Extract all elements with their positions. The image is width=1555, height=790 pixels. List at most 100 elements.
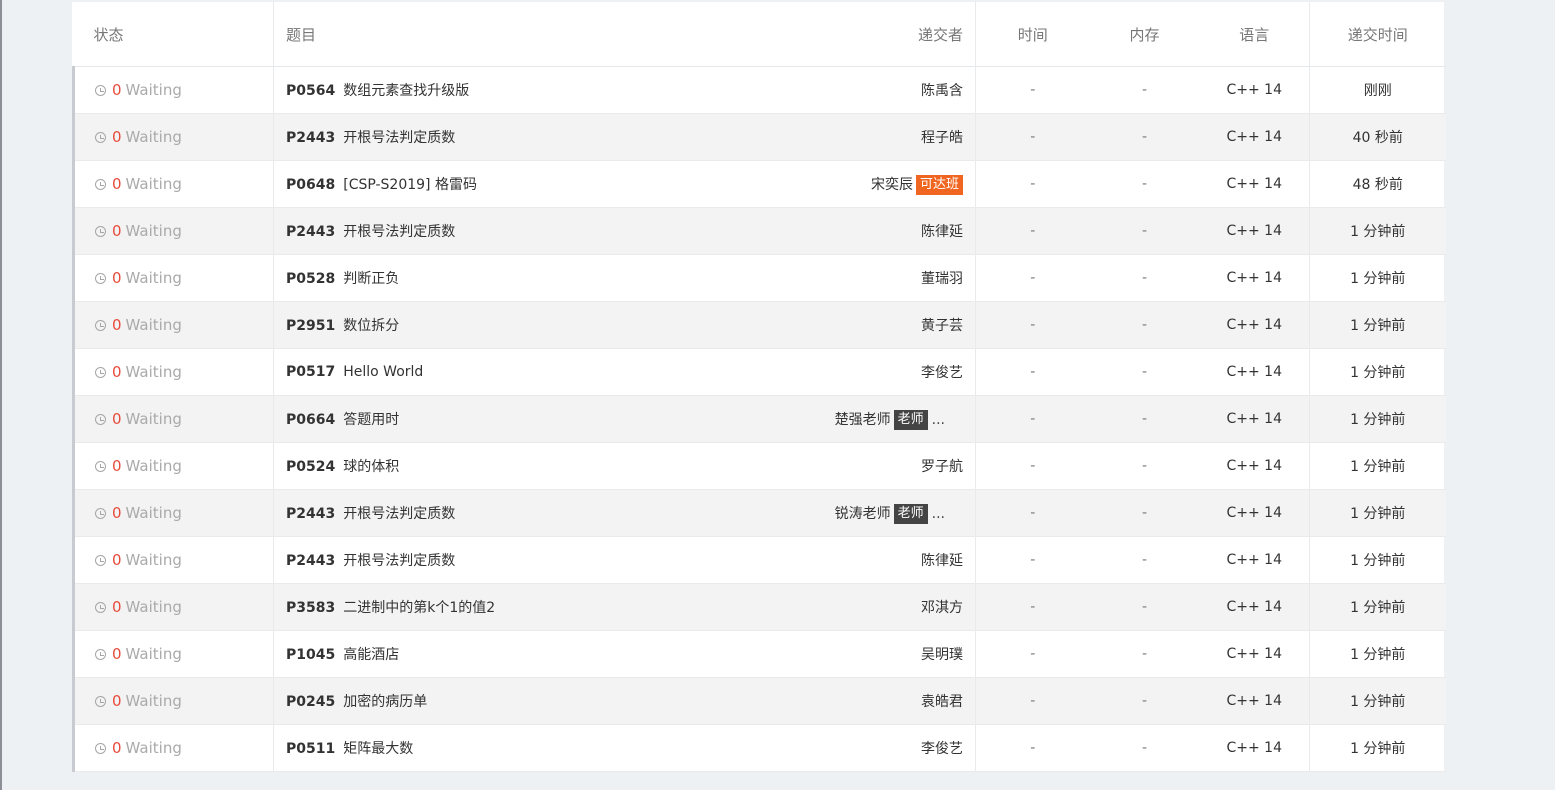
problem-title[interactable]: 判断正负: [343, 271, 399, 287]
submitter-name[interactable]: 宋奕辰: [871, 177, 913, 193]
status-cell[interactable]: 0 Waiting: [72, 66, 274, 114]
submitter-name[interactable]: 黄子芸: [921, 318, 963, 334]
time-cell: -: [975, 630, 1090, 678]
score-value: 0: [112, 551, 122, 569]
problem-title[interactable]: Hello World: [343, 364, 423, 380]
problem-id[interactable]: P3583: [286, 600, 335, 616]
score-value: 0: [112, 692, 122, 710]
memory-cell: -: [1089, 724, 1200, 772]
table-row: 0 Waiting P0564 数组元素查找升级版 陈禹含 - - C++ 14 刚…: [72, 66, 1446, 114]
submitter-name[interactable]: 陈禹含: [921, 83, 963, 99]
problem-cell[interactable]: P2443 开根号法判定质数: [273, 536, 576, 584]
problem-cell[interactable]: P0511 矩阵最大数: [273, 724, 576, 772]
status-text: Waiting: [125, 363, 182, 381]
user-badge: 老师: [893, 409, 928, 430]
submitter-cell: 程子皓: [575, 113, 976, 161]
table-row: 0 Waiting P2443 开根号法判定质数 陈律延 - - C++ 14 1 …: [72, 536, 1446, 584]
problem-title[interactable]: 答题用时: [343, 412, 399, 428]
submitter-name[interactable]: 陈律延: [921, 553, 963, 569]
problem-cell[interactable]: P1045 高能酒店: [273, 630, 576, 678]
problem-id[interactable]: P0245: [286, 694, 335, 710]
problem-title[interactable]: 开根号法判定质数: [343, 130, 455, 146]
problem-id[interactable]: P2443: [286, 506, 335, 522]
problem-id[interactable]: P2443: [286, 224, 335, 240]
status-cell[interactable]: 0 Waiting: [72, 724, 274, 772]
status-text: Waiting: [125, 457, 182, 475]
problem-cell[interactable]: P2443 开根号法判定质数: [273, 489, 576, 537]
problem-id[interactable]: P1045: [286, 647, 335, 663]
problem-cell[interactable]: P0524 球的体积: [273, 442, 576, 490]
submitter-name[interactable]: 程子皓: [921, 130, 963, 146]
problem-title[interactable]: 开根号法判定质数: [343, 553, 455, 569]
submitter-cell: 陈律延: [575, 207, 976, 255]
submitter-name[interactable]: 邓淇方: [921, 600, 963, 616]
status-cell[interactable]: 0 Waiting: [72, 113, 274, 161]
status-cell[interactable]: 0 Waiting: [72, 160, 274, 208]
problem-title[interactable]: 球的体积: [343, 459, 399, 475]
memory-cell: -: [1089, 442, 1200, 490]
problem-id[interactable]: P0517: [286, 364, 335, 380]
submitter-name[interactable]: 袁皓君: [921, 694, 963, 710]
clock-icon: [95, 555, 106, 566]
time-cell: -: [975, 301, 1090, 349]
status-cell[interactable]: 0 Waiting: [72, 254, 274, 302]
status-cell[interactable]: 0 Waiting: [72, 207, 274, 255]
problem-title[interactable]: 数位拆分: [343, 318, 399, 334]
problem-id[interactable]: P2443: [286, 130, 335, 146]
status-cell[interactable]: 0 Waiting: [72, 536, 274, 584]
problem-id[interactable]: P2443: [286, 553, 335, 569]
submitter-name[interactable]: 锐涛老师: [835, 506, 891, 522]
status-cell[interactable]: 0 Waiting: [72, 348, 274, 396]
problem-title[interactable]: 加密的病历单: [343, 694, 427, 710]
submitter-name[interactable]: 董瑞羽: [921, 271, 963, 287]
submitter-name[interactable]: 李俊艺: [921, 365, 963, 381]
status-cell[interactable]: 0 Waiting: [72, 301, 274, 349]
problem-id[interactable]: P0511: [286, 741, 335, 757]
time-cell: -: [975, 66, 1090, 114]
clock-icon: [95, 743, 106, 754]
problem-cell[interactable]: P0517 Hello World: [273, 348, 576, 396]
status-cell[interactable]: 0 Waiting: [72, 583, 274, 631]
problem-id[interactable]: P0564: [286, 83, 335, 99]
problem-id[interactable]: P0648: [286, 177, 335, 193]
problem-title[interactable]: 开根号法判定质数: [343, 506, 455, 522]
status-cell[interactable]: 0 Waiting: [72, 442, 274, 490]
memory-cell: -: [1089, 66, 1200, 114]
problem-title[interactable]: 高能酒店: [343, 647, 399, 663]
problem-cell[interactable]: P2443 开根号法判定质数: [273, 113, 576, 161]
submitter-name[interactable]: 陈律延: [921, 224, 963, 240]
problem-cell[interactable]: P3583 二进制中的第k个1的值2: [273, 583, 576, 631]
problem-cell[interactable]: P0664 答题用时: [273, 395, 576, 443]
problem-cell[interactable]: P0245 加密的病历单: [273, 677, 576, 725]
status-cell[interactable]: 0 Waiting: [72, 489, 274, 537]
status-cell[interactable]: 0 Waiting: [72, 677, 274, 725]
submitter-name[interactable]: 罗子航: [921, 459, 963, 475]
problem-cell[interactable]: P0528 判断正负: [273, 254, 576, 302]
problem-cell[interactable]: P0564 数组元素查找升级版: [273, 66, 576, 114]
score-value: 0: [112, 222, 122, 240]
submitter-name[interactable]: 吴明璞: [921, 647, 963, 663]
problem-id[interactable]: P0664: [286, 412, 335, 428]
problem-id[interactable]: P0524: [286, 459, 335, 475]
submitter-cell: 李俊艺: [575, 348, 976, 396]
problem-title[interactable]: 数组元素查找升级版: [343, 83, 469, 99]
problem-title[interactable]: 二进制中的第k个1的值2: [343, 600, 495, 616]
problem-cell[interactable]: P2443 开根号法判定质数: [273, 207, 576, 255]
table-row: 0 Waiting P3583 二进制中的第k个1的值2 邓淇方 - - C++ 1…: [72, 583, 1446, 631]
problem-title[interactable]: 开根号法判定质数: [343, 224, 455, 240]
score-value: 0: [112, 128, 122, 146]
problem-cell[interactable]: P2951 数位拆分: [273, 301, 576, 349]
problem-title[interactable]: 矩阵最大数: [343, 741, 413, 757]
submitter-name[interactable]: 楚强老师: [835, 412, 891, 428]
problem-cell[interactable]: P0648 [CSP-S2019] 格雷码: [273, 160, 576, 208]
table-row: 0 Waiting P0664 答题用时 楚强老师 老师... - - C++ 14 …: [72, 395, 1446, 443]
status-cell[interactable]: 0 Waiting: [72, 630, 274, 678]
clock-icon: [95, 179, 106, 190]
more-ellipsis: ...: [931, 411, 945, 428]
submitter-cell: 陈禹含: [575, 66, 976, 114]
submitter-name[interactable]: 李俊艺: [921, 741, 963, 757]
problem-id[interactable]: P2951: [286, 318, 335, 334]
problem-id[interactable]: P0528: [286, 271, 335, 287]
problem-title[interactable]: [CSP-S2019] 格雷码: [343, 177, 477, 193]
status-cell[interactable]: 0 Waiting: [72, 395, 274, 443]
